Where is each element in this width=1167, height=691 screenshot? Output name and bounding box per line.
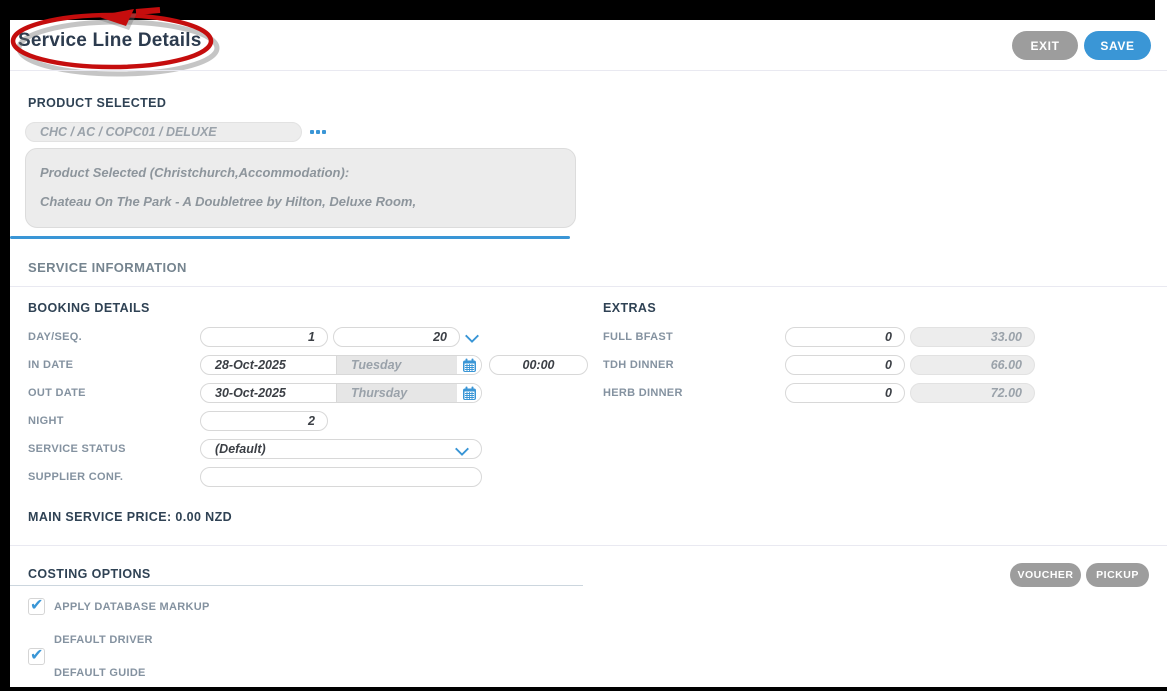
save-button[interactable]: SAVE <box>1084 31 1151 60</box>
supplier-conf-field[interactable] <box>200 467 482 487</box>
in-date-weekday: Tuesday <box>337 358 457 372</box>
backdrop-left <box>0 0 10 691</box>
day-value: 1 <box>201 330 327 344</box>
extra-qty-full-bfast[interactable]: 0 <box>785 327 905 347</box>
seq-value: 20 <box>334 330 459 344</box>
out-date-weekday: Thursday <box>337 386 457 400</box>
product-code-value: CHC / AC / COPC01 / DELUXE <box>26 125 301 139</box>
night-value: 2 <box>201 414 327 428</box>
in-time-field[interactable]: 00:00 <box>489 355 588 375</box>
service-status-value: (Default) <box>201 442 455 456</box>
in-time-value: 00:00 <box>490 358 587 372</box>
product-selected-heading: PRODUCT SELECTED <box>28 96 166 110</box>
backdrop-bottom <box>0 687 1167 691</box>
day-seq-label: DAY/SEQ. <box>28 331 82 343</box>
apply-database-markup-label: APPLY DATABASE MARKUP <box>54 601 210 613</box>
voucher-button[interactable]: VOUCHER <box>1010 563 1081 587</box>
product-description-field[interactable]: Product Selected (Christchurch,Accommoda… <box>25 148 576 228</box>
apply-database-markup-checkbox[interactable]: ✔ <box>28 598 45 615</box>
out-date-calendar-icon[interactable] <box>457 384 481 402</box>
extras-heading: EXTRAS <box>603 301 656 315</box>
service-status-chevron-icon <box>455 442 469 456</box>
night-label: NIGHT <box>28 415 64 427</box>
in-date-calendar-icon[interactable] <box>457 356 481 374</box>
default-guide-label: DEFAULT GUIDE <box>54 667 146 679</box>
supplier-conf-label: SUPPLIER CONF. <box>28 471 123 483</box>
product-description-line2: Chateau On The Park - A Doubletree by Hi… <box>40 187 561 216</box>
service-status-label: SERVICE STATUS <box>28 443 126 455</box>
product-description-line1: Product Selected (Christchurch,Accommoda… <box>40 158 561 187</box>
extra-price-value: 66.00 <box>911 358 1034 372</box>
section-accent-line <box>10 236 570 239</box>
extra-qty-value: 0 <box>786 386 904 400</box>
more-options-icon[interactable] <box>310 130 326 134</box>
booking-details-heading: BOOKING DETAILS <box>28 301 150 315</box>
default-driver-checkbox[interactable]: ✔ <box>28 648 45 665</box>
extra-label-tdh-dinner: TDH DINNER <box>603 359 674 371</box>
default-driver-label: DEFAULT DRIVER <box>54 634 153 646</box>
extra-price-herb-dinner: 72.00 <box>910 383 1035 403</box>
in-date-label: IN DATE <box>28 359 73 371</box>
in-date-field[interactable]: 28-Oct-2025 Tuesday <box>200 355 482 375</box>
titlebar-divider <box>10 70 1167 71</box>
service-status-select[interactable]: (Default) <box>200 439 482 459</box>
service-information-heading: SERVICE INFORMATION <box>28 260 187 275</box>
check-icon: ✔ <box>30 645 43 664</box>
extra-price-value: 72.00 <box>911 386 1034 400</box>
seq-field[interactable]: 20 <box>333 327 460 347</box>
extra-qty-herb-dinner[interactable]: 0 <box>785 383 905 403</box>
pickup-button[interactable]: PICKUP <box>1086 563 1149 587</box>
out-date-label: OUT DATE <box>28 387 86 399</box>
content-panel <box>10 20 1167 687</box>
backdrop-corner <box>1155 0 1167 20</box>
exit-button[interactable]: EXIT <box>1012 31 1078 60</box>
extra-qty-tdh-dinner[interactable]: 0 <box>785 355 905 375</box>
day-field[interactable]: 1 <box>200 327 328 347</box>
extra-price-tdh-dinner: 66.00 <box>910 355 1035 375</box>
costing-options-divider <box>10 585 583 586</box>
costing-options-heading: COSTING OPTIONS <box>28 567 151 581</box>
price-divider <box>10 545 1167 546</box>
product-code-field[interactable]: CHC / AC / COPC01 / DELUXE <box>25 122 302 142</box>
extra-qty-value: 0 <box>786 358 904 372</box>
page-title: Service Line Details <box>18 30 202 52</box>
main-service-price: MAIN SERVICE PRICE: 0.00 NZD <box>28 510 232 524</box>
extra-qty-value: 0 <box>786 330 904 344</box>
extra-label-full-bfast: FULL BFAST <box>603 331 673 343</box>
extra-price-value: 33.00 <box>911 330 1034 344</box>
night-field[interactable]: 2 <box>200 411 328 431</box>
in-date-value: 28-Oct-2025 <box>201 358 336 372</box>
out-date-field[interactable]: 30-Oct-2025 Thursday <box>200 383 482 403</box>
out-date-value: 30-Oct-2025 <box>201 386 336 400</box>
extra-price-full-bfast: 33.00 <box>910 327 1035 347</box>
check-icon: ✔ <box>30 595 43 614</box>
backdrop-top <box>0 0 1155 20</box>
extra-label-herb-dinner: HERB DINNER <box>603 387 683 399</box>
service-information-divider <box>10 286 1167 287</box>
service-line-details-window: Service Line Details EXIT SAVE PRODUCT S… <box>0 0 1167 691</box>
